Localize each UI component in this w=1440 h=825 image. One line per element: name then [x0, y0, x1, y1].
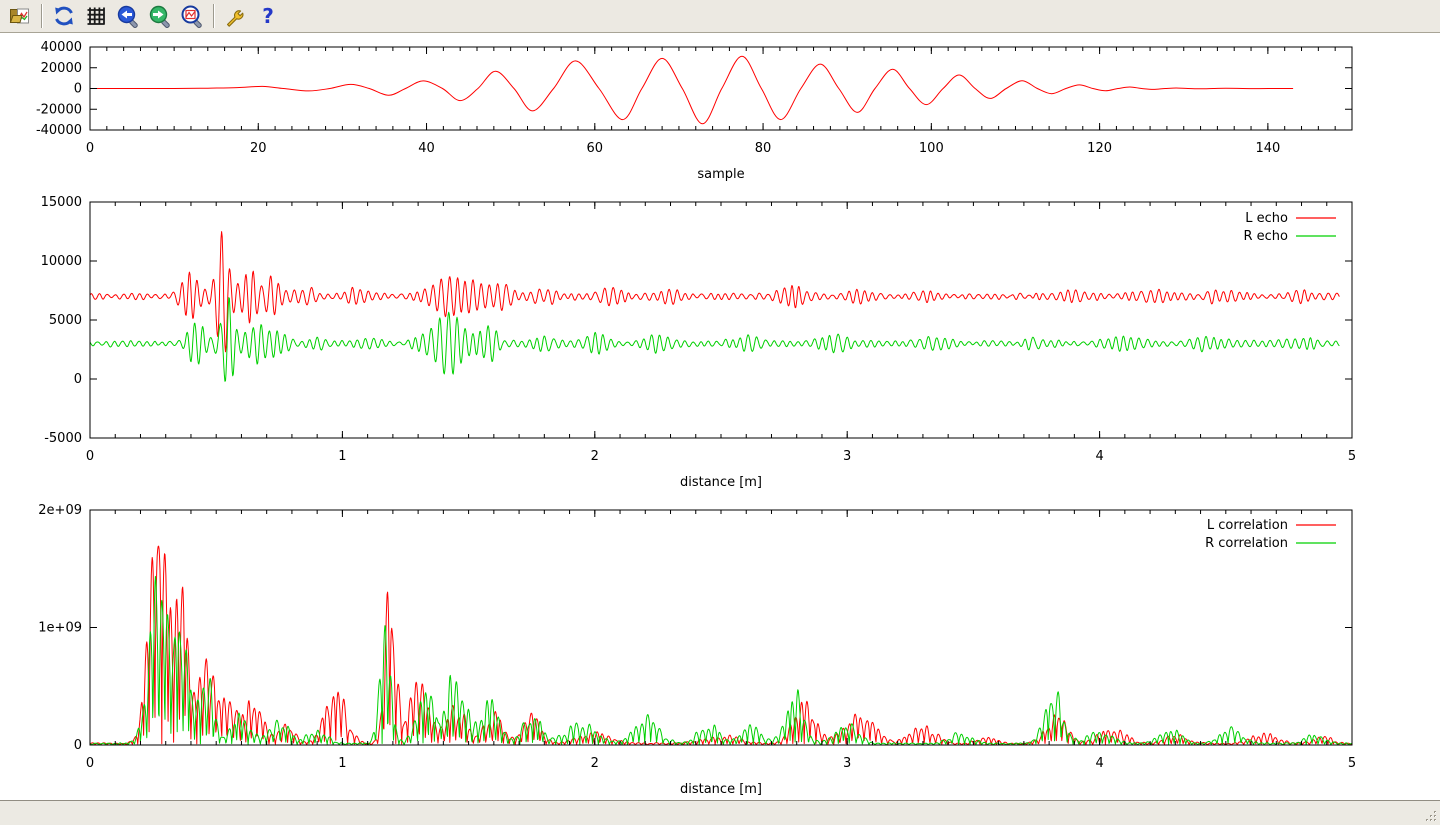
- echo-xaxis-label: distance [m]: [680, 475, 762, 490]
- y-tick-label: -40000: [36, 123, 82, 138]
- y-tick-label: -20000: [36, 102, 82, 117]
- y-tick-label: 0: [74, 82, 82, 97]
- y-tick-label: 5000: [49, 313, 82, 328]
- status-bar: [0, 800, 1440, 825]
- waveform-plot[interactable]: 0 20 40 60 80 100 120 140 -40000 -20000 0 20000 4000…: [36, 40, 1352, 182]
- x-tick-label: 0: [86, 141, 94, 156]
- plot-canvas: 020406080100120140-40000-200000200004000…: [0, 33, 1440, 800]
- legend-label: R echo: [1243, 229, 1288, 244]
- series-line-l-correlation: [90, 546, 1352, 745]
- x-tick-label: 0: [86, 449, 94, 464]
- zoom-next-button[interactable]: [145, 2, 175, 30]
- correlation-xaxis-label: distance [m]: [680, 782, 762, 797]
- x-tick-label: 120: [1087, 141, 1112, 156]
- y-tick-label: 0: [74, 738, 82, 753]
- toolbar-separator: [41, 4, 43, 28]
- y-tick-label: 15000: [41, 195, 82, 210]
- x-tick-label: 140: [1255, 141, 1280, 156]
- plot-border: [90, 510, 1352, 745]
- legend-label: L echo: [1245, 211, 1288, 226]
- copy-plot-button[interactable]: [5, 2, 35, 30]
- x-tick-label: 2: [591, 756, 599, 771]
- y-tick-label: 40000: [41, 40, 82, 55]
- x-tick-label: 100: [919, 141, 944, 156]
- x-tick-label: 4: [1095, 756, 1103, 771]
- x-tick-label: 3: [843, 449, 851, 464]
- zoom-previous-button[interactable]: [113, 2, 143, 30]
- y-tick-label: -5000: [44, 431, 82, 446]
- y-tick-label: 20000: [41, 61, 82, 76]
- echo-plot[interactable]: 012345-5000050001000015000 L echoR echo …: [41, 195, 1357, 490]
- x-tick-label: 60: [587, 141, 604, 156]
- waveform-xaxis-label: sample: [697, 167, 744, 182]
- autoscale-icon: [180, 4, 204, 28]
- y-tick-label: 1e+09: [38, 621, 82, 636]
- y-tick-label: 0: [74, 372, 82, 387]
- autoscale-button[interactable]: [177, 2, 207, 30]
- series-line-r-correlation: [90, 576, 1352, 745]
- svg-text:?: ?: [262, 4, 274, 28]
- zoom-previous-icon: [116, 4, 140, 28]
- y-tick-label: 2e+09: [38, 503, 82, 518]
- grid-icon: [84, 4, 108, 28]
- toolbar: ?: [0, 0, 1440, 33]
- zoom-next-icon: [148, 4, 172, 28]
- series-line-waveform: [90, 56, 1293, 124]
- help-button[interactable]: ?: [253, 2, 283, 30]
- x-tick-label: 80: [755, 141, 772, 156]
- x-tick-label: 4: [1095, 449, 1103, 464]
- copy-plot-icon: [8, 4, 32, 28]
- plot-border: [90, 202, 1352, 438]
- y-tick-label: 10000: [41, 254, 82, 269]
- resize-grip[interactable]: [1424, 809, 1438, 823]
- toolbar-separator: [213, 4, 215, 28]
- x-tick-label: 3: [843, 756, 851, 771]
- x-tick-label: 1: [338, 449, 346, 464]
- x-tick-label: 40: [418, 141, 435, 156]
- x-tick-label: 5: [1348, 756, 1356, 771]
- x-tick-label: 20: [250, 141, 267, 156]
- legend-label: L correlation: [1207, 518, 1288, 533]
- x-tick-label: 0: [86, 756, 94, 771]
- settings-button[interactable]: [221, 2, 251, 30]
- series-line-r-echo: [90, 298, 1339, 382]
- gnuplot-charts: 020406080100120140-40000-200000200004000…: [0, 33, 1440, 800]
- replot-button[interactable]: [49, 2, 79, 30]
- help-icon: ?: [256, 4, 280, 28]
- x-tick-label: 2: [591, 449, 599, 464]
- x-tick-label: 5: [1348, 449, 1356, 464]
- settings-icon: [224, 4, 248, 28]
- correlation-plot[interactable]: 0 1 2 3 4 5 0 1e+09 2e+09 L correlation R correla…: [38, 503, 1356, 797]
- x-tick-label: 1: [338, 756, 346, 771]
- legend-label: R correlation: [1205, 536, 1288, 551]
- replot-icon: [52, 4, 76, 28]
- grid-toggle-button[interactable]: [81, 2, 111, 30]
